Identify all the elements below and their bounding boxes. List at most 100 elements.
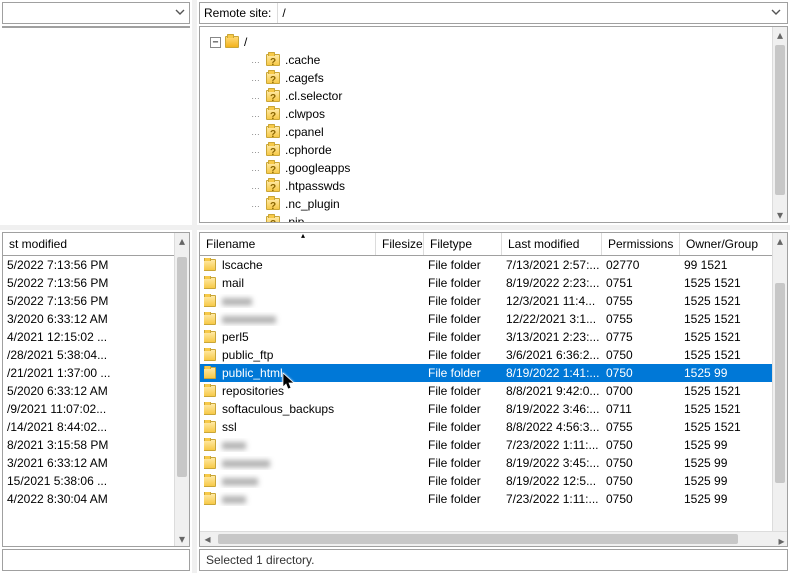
tree-item[interactable]: ….googleapps	[244, 159, 787, 177]
table-row[interactable]: repositoriesFile folder8/8/2021 9:42:0..…	[200, 382, 787, 400]
table-row[interactable]: public_ftpFile folder3/6/2021 6:36:2...0…	[200, 346, 787, 364]
chevron-down-icon[interactable]	[765, 6, 787, 20]
scroll-down-icon[interactable]: ▾	[175, 531, 189, 546]
local-file-list[interactable]: st modified 5/2022 7:13:56 PM5/2022 7:13…	[2, 232, 190, 547]
sort-asc-icon: ▴	[301, 233, 305, 240]
scroll-thumb[interactable]	[775, 283, 785, 483]
col-filesize[interactable]: Filesize	[376, 233, 424, 255]
table-row[interactable]: xxxxxFile folder12/3/2021 11:4...0755152…	[200, 292, 787, 310]
folder-icon	[204, 367, 216, 379]
scroll-left-icon[interactable]: ◂	[200, 532, 215, 546]
scroll-up-icon[interactable]: ▴	[175, 27, 189, 28]
remote-file-list[interactable]: Filename ▴ Filesize Filetype Last modifi…	[199, 232, 788, 547]
scroll-thumb[interactable]	[775, 45, 785, 195]
table-row[interactable]: mailFile folder8/19/2022 2:23:...0751152…	[200, 274, 787, 292]
folder-icon	[204, 259, 216, 271]
tree-item[interactable]: ….nc_plugin	[244, 195, 787, 213]
table-row[interactable]: xxxxxxFile folder8/19/2022 12:5...075015…	[200, 472, 787, 490]
table-row[interactable]: xxxxxxxxxFile folder12/22/2021 3:1...075…	[200, 310, 787, 328]
scroll-thumb[interactable]	[218, 534, 738, 544]
col-last-modified[interactable]: st modified	[3, 233, 189, 255]
table-row[interactable]: public_htmlFile folder8/19/2022 1:41:...…	[200, 364, 787, 382]
remote-path-value[interactable]: /	[277, 3, 765, 23]
tree-item[interactable]: ….htpasswds	[244, 177, 787, 195]
list-item[interactable]: 5/2022 7:13:56 PM	[3, 292, 189, 310]
list-item[interactable]: /28/2021 5:38:04...	[3, 346, 189, 364]
tree-item[interactable]: ….pip	[244, 213, 787, 223]
remote-tree-scrollbar[interactable]: ▴ ▾	[772, 27, 787, 222]
tree-item[interactable]: ….cphorde	[244, 141, 787, 159]
list-item[interactable]: /14/2021 8:44:02...	[3, 418, 189, 436]
tree-item[interactable]: ….cache	[244, 51, 787, 69]
tree-branch-icon: …	[244, 87, 266, 105]
tree-item[interactable]: ….clwpos	[244, 105, 787, 123]
folder-unknown-icon	[266, 216, 280, 223]
col-owner-group[interactable]: Owner/Group	[680, 233, 787, 255]
folder-icon	[204, 277, 216, 289]
folder-unknown-icon	[266, 162, 280, 174]
col-last-modified[interactable]: Last modified	[502, 233, 602, 255]
scroll-thumb[interactable]	[177, 257, 187, 477]
list-item[interactable]: 4/2022 8:30:04 AM	[3, 490, 189, 508]
tree-item[interactable]: ….cagefs	[244, 69, 787, 87]
local-status-bar	[2, 549, 190, 571]
col-filetype[interactable]: Filetype	[424, 233, 502, 255]
tree-branch-icon: …	[244, 195, 266, 213]
table-row[interactable]: xxxxFile folder7/23/2022 1:11:...0750152…	[200, 490, 787, 508]
list-item[interactable]: /21/2021 1:37:00 ...	[3, 364, 189, 382]
remote-list-hscrollbar[interactable]: ◂ ▸	[200, 531, 787, 546]
folder-icon	[204, 493, 216, 505]
scroll-up-icon[interactable]: ▴	[773, 27, 787, 42]
list-item[interactable]: 8/2021 3:15:58 PM	[3, 436, 189, 454]
folder-icon	[204, 439, 216, 451]
tree-branch-icon: …	[244, 105, 266, 123]
folder-icon	[204, 349, 216, 361]
remote-path-bar[interactable]: Remote site: /	[199, 2, 788, 24]
col-filename[interactable]: Filename ▴	[200, 233, 376, 255]
col-permissions[interactable]: Permissions	[602, 233, 680, 255]
remote-tree[interactable]: −/….cache….cagefs….cl.selector….clwpos….…	[199, 26, 788, 223]
scroll-up-icon[interactable]: ▴	[175, 233, 189, 248]
folder-icon	[204, 331, 216, 343]
folder-unknown-icon	[266, 126, 280, 138]
chevron-down-icon[interactable]	[175, 6, 185, 20]
table-row[interactable]: lscacheFile folder7/13/2021 2:57:...0277…	[200, 256, 787, 274]
list-item[interactable]: 5/2020 6:33:12 AM	[3, 382, 189, 400]
list-item[interactable]: /9/2021 11:07:02...	[3, 400, 189, 418]
folder-icon	[204, 457, 216, 469]
list-item[interactable]: 4/2021 12:15:02 ...	[3, 328, 189, 346]
remote-status-bar: Selected 1 directory.	[199, 549, 788, 571]
local-path-bar[interactable]	[2, 2, 190, 24]
folder-icon	[204, 421, 216, 433]
scroll-down-icon[interactable]: ▾	[773, 207, 787, 222]
folder-unknown-icon	[266, 144, 280, 156]
folder-unknown-icon	[266, 90, 280, 102]
table-row[interactable]: sslFile folder8/8/2022 4:56:3...07551525…	[200, 418, 787, 436]
tree-root[interactable]: −/	[210, 33, 787, 51]
tree-branch-icon: …	[244, 141, 266, 159]
list-item[interactable]: 5/2022 7:13:56 PM	[3, 256, 189, 274]
list-item[interactable]: 5/2022 7:13:56 PM	[3, 274, 189, 292]
local-list-scrollbar[interactable]: ▴ ▾	[174, 233, 189, 546]
scroll-up-icon[interactable]: ▴	[773, 233, 787, 248]
tree-item[interactable]: ….cl.selector	[244, 87, 787, 105]
folder-unknown-icon	[266, 180, 280, 192]
collapse-icon[interactable]: −	[210, 37, 221, 48]
tree-item[interactable]: ….cpanel	[244, 123, 787, 141]
tree-branch-icon: …	[244, 123, 266, 141]
table-row[interactable]: xxxxxxxxFile folder8/19/2022 3:45:...075…	[200, 454, 787, 472]
local-tree-panel: ▴ ▾	[0, 0, 197, 225]
list-item[interactable]: 3/2020 6:33:12 AM	[3, 310, 189, 328]
table-row[interactable]: xxxxFile folder7/23/2022 1:11:...0750152…	[200, 436, 787, 454]
table-row[interactable]: softaculous_backupsFile folder8/19/2022 …	[200, 400, 787, 418]
local-tree[interactable]: ▴ ▾	[2, 26, 190, 28]
remote-list-scrollbar[interactable]: ▴ ▾	[772, 233, 787, 546]
scroll-down-icon[interactable]: ▾	[175, 26, 189, 27]
scroll-right-icon[interactable]: ▸	[772, 532, 787, 547]
table-row[interactable]: perl5File folder3/13/2021 2:23:...077515…	[200, 328, 787, 346]
tree-branch-icon: …	[244, 213, 266, 223]
folder-icon	[204, 403, 216, 415]
folder-unknown-icon	[266, 108, 280, 120]
list-item[interactable]: 15/2021 5:38:06 ...	[3, 472, 189, 490]
list-item[interactable]: 3/2021 6:33:12 AM	[3, 454, 189, 472]
